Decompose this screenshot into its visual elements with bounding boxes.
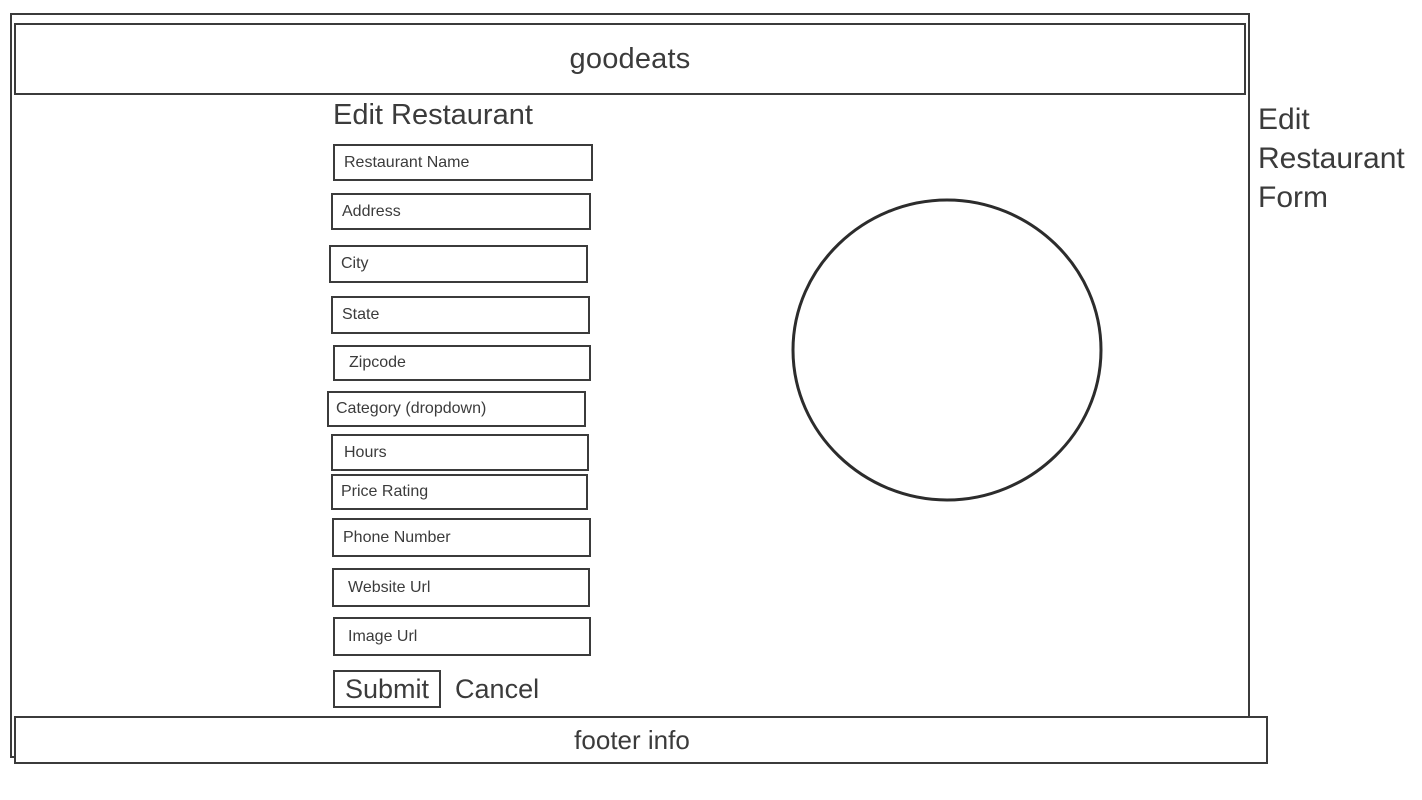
wireframe-annotation: Edit Restaurant Form bbox=[1258, 103, 1405, 214]
field-label: Zipcode bbox=[349, 354, 406, 371]
field-website-url[interactable]: Website Url bbox=[332, 568, 590, 607]
page-title: Edit Restaurant bbox=[333, 99, 533, 131]
field-label: Hours bbox=[344, 443, 387, 461]
site-header: goodeats bbox=[14, 23, 1246, 95]
field-label: Website Url bbox=[348, 578, 431, 596]
field-zipcode[interactable]: Zipcode bbox=[333, 345, 591, 381]
field-image-url[interactable]: Image Url bbox=[333, 617, 591, 656]
site-footer: footer info bbox=[14, 716, 1268, 764]
field-address[interactable]: Address bbox=[331, 193, 591, 230]
cancel-button[interactable]: Cancel bbox=[455, 675, 539, 703]
field-restaurant-name[interactable]: Restaurant Name bbox=[333, 144, 593, 181]
form-actions: Submit Cancel bbox=[333, 670, 539, 708]
field-label: Category (dropdown) bbox=[336, 400, 487, 417]
submit-button[interactable]: Submit bbox=[333, 670, 442, 708]
field-label: Address bbox=[342, 202, 401, 220]
field-city[interactable]: City bbox=[329, 245, 588, 283]
field-label: Price Rating bbox=[341, 483, 429, 500]
field-phone-number[interactable]: Phone Number bbox=[332, 518, 591, 557]
footer-text: footer info bbox=[574, 725, 690, 755]
field-price-rating[interactable]: Price Rating bbox=[331, 474, 588, 510]
field-state[interactable]: State bbox=[331, 296, 590, 334]
field-label: Phone Number bbox=[343, 528, 451, 546]
field-label: Image Url bbox=[348, 627, 418, 645]
field-label: City bbox=[341, 255, 369, 272]
field-label: State bbox=[342, 306, 380, 323]
image-placeholder-circle bbox=[790, 197, 1104, 503]
field-hours[interactable]: Hours bbox=[331, 434, 589, 471]
field-category-dropdown[interactable]: Category (dropdown) bbox=[327, 391, 586, 427]
field-label: Restaurant Name bbox=[344, 153, 470, 171]
brand-title: goodeats bbox=[569, 42, 691, 75]
